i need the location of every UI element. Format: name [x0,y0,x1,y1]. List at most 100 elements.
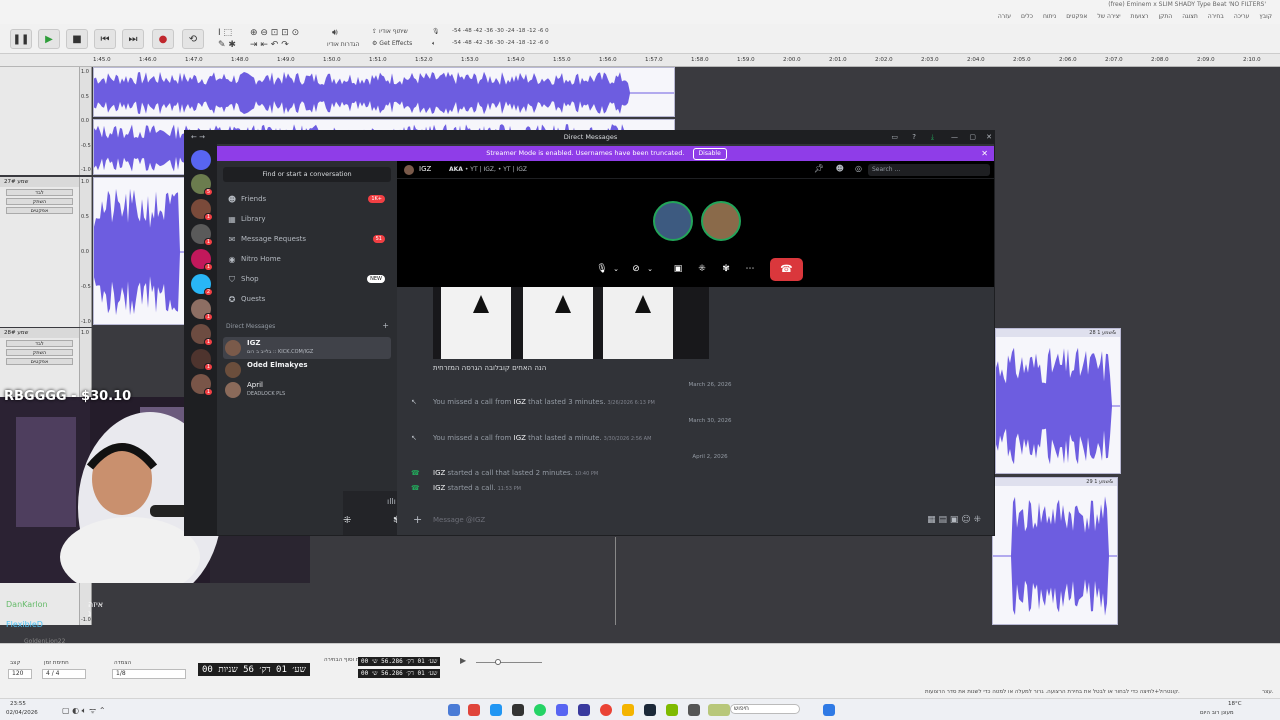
download-icon[interactable]: ⤓ [931,133,934,142]
nav-library[interactable]: ▦ Library [223,211,391,228]
server-icon[interactable]: 1 [191,199,213,221]
effects-button[interactable]: אפקטים [6,207,73,214]
track-control-27[interactable]: שמע 27# לבד השתק אפקטים [0,177,80,327]
discord-icon[interactable] [556,704,568,716]
selection-start[interactable]: 00 שע׳ 01 דק׳ 56.286 ש׳ [358,657,441,666]
minimize-icon[interactable]: — [951,133,958,141]
more-options-icon[interactable]: ⋯ [740,258,760,280]
server-icon[interactable]: 2 [191,274,213,296]
server-icon[interactable]: 1 [191,249,213,271]
new-dm-plus-icon[interactable]: + [382,321,389,330]
dm-item[interactable]: April DEADLOCK PLS [223,379,391,401]
discord-window[interactable]: ← → Direct Messages ▭ ? ⤓ — ▢ ✕ Streamer… [184,130,995,536]
nav-shop[interactable]: ⛉ Shop NEW [223,271,391,288]
server-icon[interactable]: 1 [191,324,213,346]
activities-icon[interactable]: ⁜ [692,258,712,280]
menu-item[interactable]: עזרה [998,13,1011,20]
weather-temp[interactable]: 18°C [1228,701,1242,707]
play-at-speed-icon[interactable]: ▶ [460,656,466,665]
menu-item[interactable]: כלים [1021,13,1033,20]
server-icon[interactable]: 1 [191,374,213,396]
app-icon[interactable] [468,704,480,716]
effects-button[interactable]: אפקטים [6,358,73,365]
timeline-ruler[interactable]: 1:45.0 1:46.0 1:47.0 1:48.0 1:49.0 1:50.0 1:51… [0,54,1280,67]
inbox-icon[interactable]: ▭ [891,133,898,141]
weather-app-icon[interactable] [708,704,730,716]
app-icon[interactable] [512,704,524,716]
menu-item[interactable]: רצועות [1131,13,1149,20]
taskbar-search[interactable]: חיפוש [730,704,800,714]
close-icon[interactable]: ✕ [986,133,992,141]
solo-button[interactable]: לבד [6,189,73,196]
menu-item[interactable]: התקן [1158,13,1172,20]
speed-slider[interactable] [476,662,542,663]
zoom-in-icon[interactable]: ⊕ ⊖ ⊡ ⊡ ⊙ [250,28,299,38]
solo-button[interactable]: לבד [6,340,73,347]
app-icon[interactable] [490,704,502,716]
selection-tool-icon[interactable]: I ⬚ [218,28,232,38]
menu-item[interactable]: אפקטים [1066,13,1087,20]
waveform-clip[interactable] [93,177,185,325]
clock-date[interactable]: 02/04/2026 [6,710,38,716]
track-control-26[interactable] [0,67,80,175]
time-signature-input[interactable]: 4 / 4 [42,669,86,679]
snap-select[interactable]: 1/8 [112,669,186,679]
record-button[interactable]: ● [152,29,174,49]
mute-button[interactable]: השתק [6,198,73,205]
nav-message-requests[interactable]: ✉ Message Requests 51 [223,231,391,248]
app-icon[interactable] [578,704,590,716]
menu-item[interactable]: קובץ [1259,13,1272,20]
maximize-icon[interactable]: ▢ [969,133,976,141]
loop-button[interactable]: ⟲ [182,29,204,49]
time-display[interactable]: 00 שע׳ 01 דק׳ 56 שניות [198,663,310,676]
nav-quests[interactable]: ✪ Quests [223,291,391,308]
get-effects-button[interactable]: ⚙ Get Effects [372,40,412,47]
profile-icon[interactable]: ◎ [855,164,862,173]
shared-image[interactable] [433,287,709,359]
message-composer[interactable]: + Message @IGZ ▦ ▤ ▣ ☺ ⁜ [407,509,987,531]
mute-button[interactable]: השתק [6,349,73,356]
help-icon[interactable]: ? [912,133,916,141]
menu-item[interactable]: עריכה [1234,13,1250,20]
record-meter[interactable]: -54 -48 -42 -36 -30 -24 -18 -12 -6 0 [452,28,549,34]
playback-meter[interactable]: -54 -48 -42 -36 -30 -24 -18 -12 -6 0 [452,40,549,46]
call-participant-avatar[interactable] [701,201,741,241]
chrome-icon[interactable] [600,704,612,716]
server-icon[interactable]: 1 [191,349,213,371]
draw-tool-icon[interactable]: ✎ ✱ [218,40,236,50]
nav-nitro-home[interactable]: ◉ Nitro Home [223,251,391,268]
stop-button[interactable]: ■ [66,29,88,49]
start-icon[interactable] [823,704,835,716]
soundboard-icon[interactable]: ✾ [716,258,736,280]
skip-start-button[interactable]: ⏮ [94,29,116,49]
speaker-icon[interactable]: 🔊︎ [332,28,338,38]
clip-header[interactable]: שמע 1 29& [993,478,1117,486]
pause-button[interactable]: ❚❚ [10,29,32,49]
folder-icon[interactable] [622,704,634,716]
close-icon[interactable]: ✕ [981,146,988,161]
trim-tool-icon[interactable]: ⇥ ⇤ ↶ ↷ [250,40,289,50]
discord-home-icon[interactable] [191,150,211,170]
menu-item[interactable]: יצירה של [1097,13,1120,20]
voice-activity-icon[interactable]: ıllı [387,497,396,506]
nav-friends[interactable]: ☻ Friends 1K+ [223,191,391,208]
clock-time[interactable]: 23:55 [10,701,26,707]
tempo-input[interactable]: 120 [8,669,32,679]
menu-item[interactable]: בחירה [1208,13,1224,20]
disable-streamer-button[interactable]: Disable [692,148,727,160]
add-friends-icon[interactable]: ☻ [836,164,844,173]
waveform-clip[interactable]: שמע 1 28& [995,328,1121,474]
app-icon[interactable] [688,704,700,716]
chat-name[interactable]: IGZ [419,165,431,173]
clip-header[interactable]: שמע 1 28& [996,329,1120,337]
skip-end-button[interactable]: ⏭ [122,29,144,49]
call-participant-avatar[interactable] [653,201,693,241]
search-input[interactable]: Search ... [868,164,990,176]
track-name[interactable]: שמע 28# [0,328,79,338]
screen-share-icon[interactable]: ▣ [668,258,688,280]
share-audio-button[interactable]: ⇪ שיתוף אודיו [372,28,408,35]
track-name[interactable]: שמע 27# [0,177,79,187]
speed-slider-thumb[interactable] [495,659,501,665]
whatsapp-icon[interactable] [534,704,546,716]
composer-tools-icons[interactable]: ▦ ▤ ▣ ☺ ⁜ [927,509,981,531]
